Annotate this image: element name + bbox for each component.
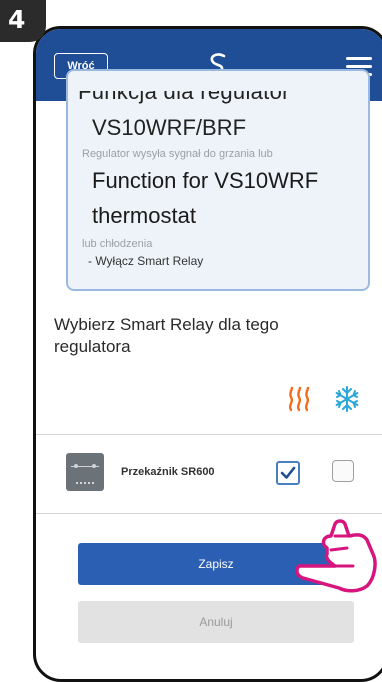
pointing-hand-icon bbox=[295, 519, 377, 593]
card-description-cont: lub chłodzenia bbox=[82, 238, 153, 250]
card-function-subtitle: thermostat bbox=[92, 203, 196, 228]
step-number: 4 bbox=[8, 5, 26, 34]
heating-icon bbox=[288, 386, 310, 412]
relay-label: Przekaźnik SR600 bbox=[121, 466, 215, 478]
cancel-button[interactable]: Anuluj bbox=[78, 601, 354, 643]
select-relay-prompt: Wybierz Smart Relay dla tego regulatora bbox=[54, 315, 279, 356]
card-description: Regulator wysyła sygnał do grzania lub bbox=[82, 148, 273, 160]
step-badge: 4 bbox=[0, 0, 46, 42]
relay-device-icon bbox=[66, 453, 104, 491]
thermostat-function-card: Funkcja dla regulator VS10WRF/BRF Regula… bbox=[66, 69, 370, 291]
card-model: VS10WRF/BRF bbox=[92, 115, 247, 140]
cooling-snowflake-icon bbox=[335, 386, 359, 412]
card-cut-title: Funkcja dla regulator bbox=[78, 79, 290, 104]
card-function-title: Function for VS10WRF bbox=[92, 168, 319, 193]
cooling-checkbox[interactable] bbox=[332, 460, 354, 482]
divider-bottom bbox=[36, 513, 382, 514]
card-bullet: - Wyłącz Smart Relay bbox=[88, 254, 204, 268]
heating-checkbox[interactable] bbox=[276, 461, 300, 485]
checkmark-icon bbox=[280, 466, 296, 479]
divider-top bbox=[36, 434, 382, 435]
